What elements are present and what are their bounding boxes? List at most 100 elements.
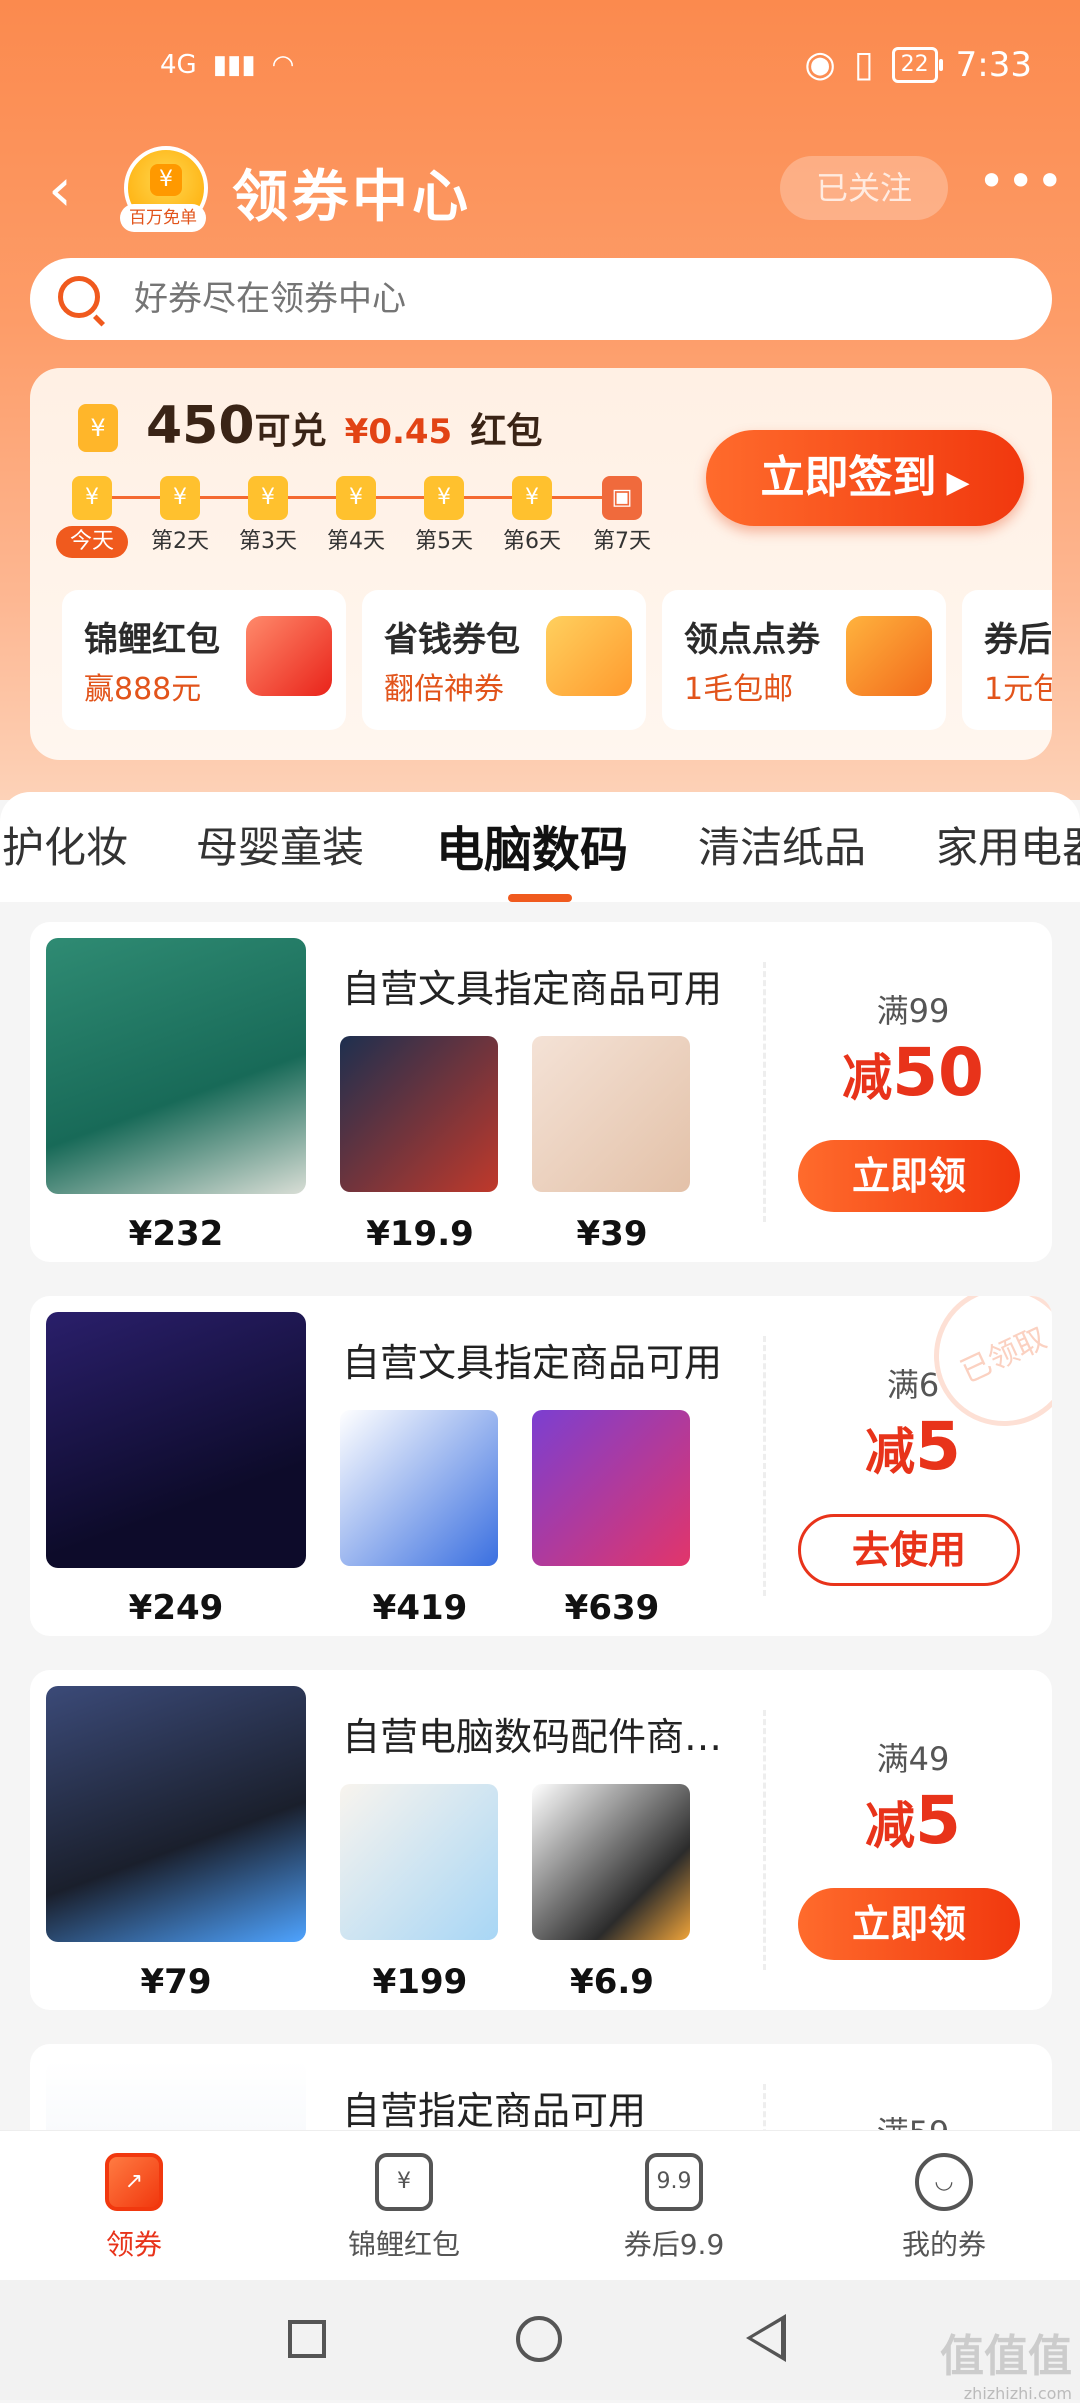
- redpacket-label: 红包: [470, 411, 543, 452]
- day-label: 第3天: [239, 529, 297, 554]
- network-label: 4G: [160, 50, 197, 80]
- coupon-card: ¥79 自营电脑数码配件商品可用 ¥199 ¥6.9 满49 减5 立即领: [30, 1670, 1052, 2010]
- product-image-cooling-pad[interactable]: [46, 1686, 306, 1942]
- claim-button[interactable]: 立即领: [798, 1140, 1020, 1212]
- more-icon[interactable]: •••: [978, 158, 1063, 206]
- promo-koi-redpacket[interactable]: 锦鲤红包 赢888元: [62, 590, 346, 730]
- day-item: ▣ 第7天: [582, 476, 662, 558]
- play-arrow-icon: ▶: [946, 465, 970, 500]
- coupon-discount: 减50: [788, 1034, 1038, 1111]
- watermark-url: zhizhizhi.com: [963, 2384, 1072, 2403]
- nav-after-coupon[interactable]: 9.9 券后9.9: [574, 2153, 774, 2263]
- product-price: ¥79: [140, 1962, 212, 2002]
- active-tab-indicator: [508, 894, 572, 902]
- promo-subtitle: 1元包: [984, 672, 1052, 707]
- promo-points-coupon[interactable]: 领点点券 1毛包邮: [662, 590, 946, 730]
- promo-saving-pack[interactable]: 省钱券包 翻倍神券: [362, 590, 646, 730]
- nav-label: 领券: [105, 2228, 162, 2261]
- coupon-description: 自营电脑数码配件商品可用: [342, 1715, 742, 1759]
- network-status: 4G ▮▮▮ ◠: [160, 50, 294, 80]
- day-label: 第2天: [151, 529, 209, 554]
- product-image-network-cable[interactable]: [532, 1784, 690, 1940]
- product-image-calligraphy[interactable]: [340, 1036, 498, 1192]
- search-input[interactable]: [134, 258, 1014, 340]
- product-price: ¥639: [564, 1588, 660, 1628]
- nav-label: 锦鲤红包: [347, 2228, 460, 2261]
- discount-value: 5: [915, 1782, 961, 1859]
- coin-icon: ¥: [424, 476, 464, 520]
- day-label: 第5天: [415, 529, 473, 554]
- search-icon: [58, 276, 100, 318]
- promo-title: 锦鲤红包: [84, 620, 220, 660]
- redpacket-icon: ¥: [375, 2153, 433, 2211]
- product-price: ¥6.9: [570, 1962, 654, 2002]
- product-price: ¥199: [372, 1962, 468, 2002]
- product-image-earbuds[interactable]: [340, 1784, 498, 1940]
- coupon-divider: [763, 1336, 766, 1596]
- coupon-card: 已领取 ¥249 自营文具指定商品可用 ¥419 ¥639 满6 减5 去使用: [30, 1296, 1052, 1636]
- back-icon[interactable]: ‹: [48, 160, 108, 220]
- search-bar[interactable]: [30, 258, 1052, 340]
- logo-badge: 百万免单: [120, 204, 206, 232]
- promo-title: 省钱券包: [384, 620, 520, 660]
- promo-subtitle: 1毛包邮: [684, 672, 794, 707]
- coupon-divider: [763, 962, 766, 1222]
- watermark-logo: 值值值: [940, 2331, 1072, 2382]
- smile-icon: ◡: [915, 2153, 973, 2211]
- product-image-laptop-sleeve[interactable]: [532, 1036, 690, 1192]
- coupon-card: 自营指定商品可用 满59: [30, 2044, 1052, 2130]
- day-label: 第7天: [593, 529, 651, 554]
- discount-value: 5: [915, 1408, 961, 1485]
- promo-after-coupon[interactable]: 券后 1元包: [962, 590, 1052, 730]
- product-image-gpw-mouse[interactable]: [532, 1410, 690, 1566]
- signin-button-label: 立即签到: [760, 452, 937, 503]
- product-image-pen-gift[interactable]: [46, 938, 306, 1194]
- wallet-icon: [546, 616, 632, 696]
- tab-baby[interactable]: 母婴童装: [196, 814, 364, 875]
- signin-button[interactable]: 立即签到 ▶: [706, 430, 1024, 526]
- product-price: ¥39: [576, 1214, 648, 1254]
- coupon-condition: 满49: [876, 1740, 950, 1778]
- nav-my-coupons[interactable]: ◡ 我的券: [844, 2153, 1044, 2263]
- battery-icon: 22: [891, 46, 943, 83]
- product-image-logitech-mouse[interactable]: [340, 1410, 498, 1566]
- watermark: 值值值 zhizhizhi.com: [940, 2320, 1072, 2403]
- status-bar: 4G ▮▮▮ ◠ ◉ ▯ 22 7:33: [0, 40, 1080, 100]
- coupon-condition: 满59: [788, 2108, 1038, 2130]
- coin-icon: ¥: [72, 476, 112, 520]
- claim-button[interactable]: 立即领: [798, 1888, 1020, 1960]
- eye-icon: ◉: [804, 44, 836, 85]
- vibrate-icon: ▯: [853, 44, 874, 85]
- tab-skincare[interactable]: 护化妆: [2, 814, 128, 875]
- tab-computer-digital[interactable]: 电脑数码: [436, 810, 628, 880]
- day-label: 今天: [56, 526, 128, 558]
- exchange-label: 可兑: [254, 411, 327, 452]
- nav-label: 我的券: [901, 2228, 986, 2261]
- day-label: 第6天: [503, 529, 561, 554]
- points-value: 450: [146, 396, 255, 456]
- home-icon[interactable]: [516, 2316, 562, 2362]
- use-button[interactable]: 去使用: [798, 1514, 1020, 1586]
- tab-appliances[interactable]: 家用电器: [936, 814, 1080, 875]
- discount-prefix: 减: [842, 1049, 893, 1107]
- coupon-discount: 减5: [788, 1408, 1038, 1485]
- product-price: ¥249: [128, 1588, 224, 1628]
- coupon-divider: [763, 2084, 766, 2130]
- product-image-gaming-mouse[interactable]: [46, 1312, 306, 1568]
- signal-icon: ▮▮▮: [212, 50, 256, 80]
- coin-icon: ¥: [160, 476, 200, 520]
- day-item: ¥ 第4天: [316, 476, 396, 558]
- tab-cleaning[interactable]: 清洁纸品: [698, 814, 866, 875]
- back-triangle-icon[interactable]: [746, 2314, 786, 2362]
- nav-coupons[interactable]: ↗ 领券: [34, 2153, 234, 2263]
- follow-button[interactable]: 已关注: [780, 156, 948, 220]
- points-summary: 450可兑 ¥0.45 红包: [146, 396, 542, 456]
- nav-koi-redpacket[interactable]: ¥ 锦鲤红包: [304, 2153, 504, 2263]
- gift-icon: ▣: [602, 476, 642, 520]
- system-navigation: [0, 2280, 1080, 2400]
- product-image-pilot-pens[interactable]: [46, 2060, 306, 2130]
- promo-row: 锦鲤红包 赢888元 省钱券包 翻倍神券 领点点券 1毛包邮 券后 1元包: [62, 590, 1052, 730]
- product-price: ¥419: [372, 1588, 468, 1628]
- recents-icon[interactable]: [288, 2320, 326, 2358]
- coupon-card: ¥232 自营文具指定商品可用 ¥19.9 ¥39 满99 减50 立即领: [30, 922, 1052, 1262]
